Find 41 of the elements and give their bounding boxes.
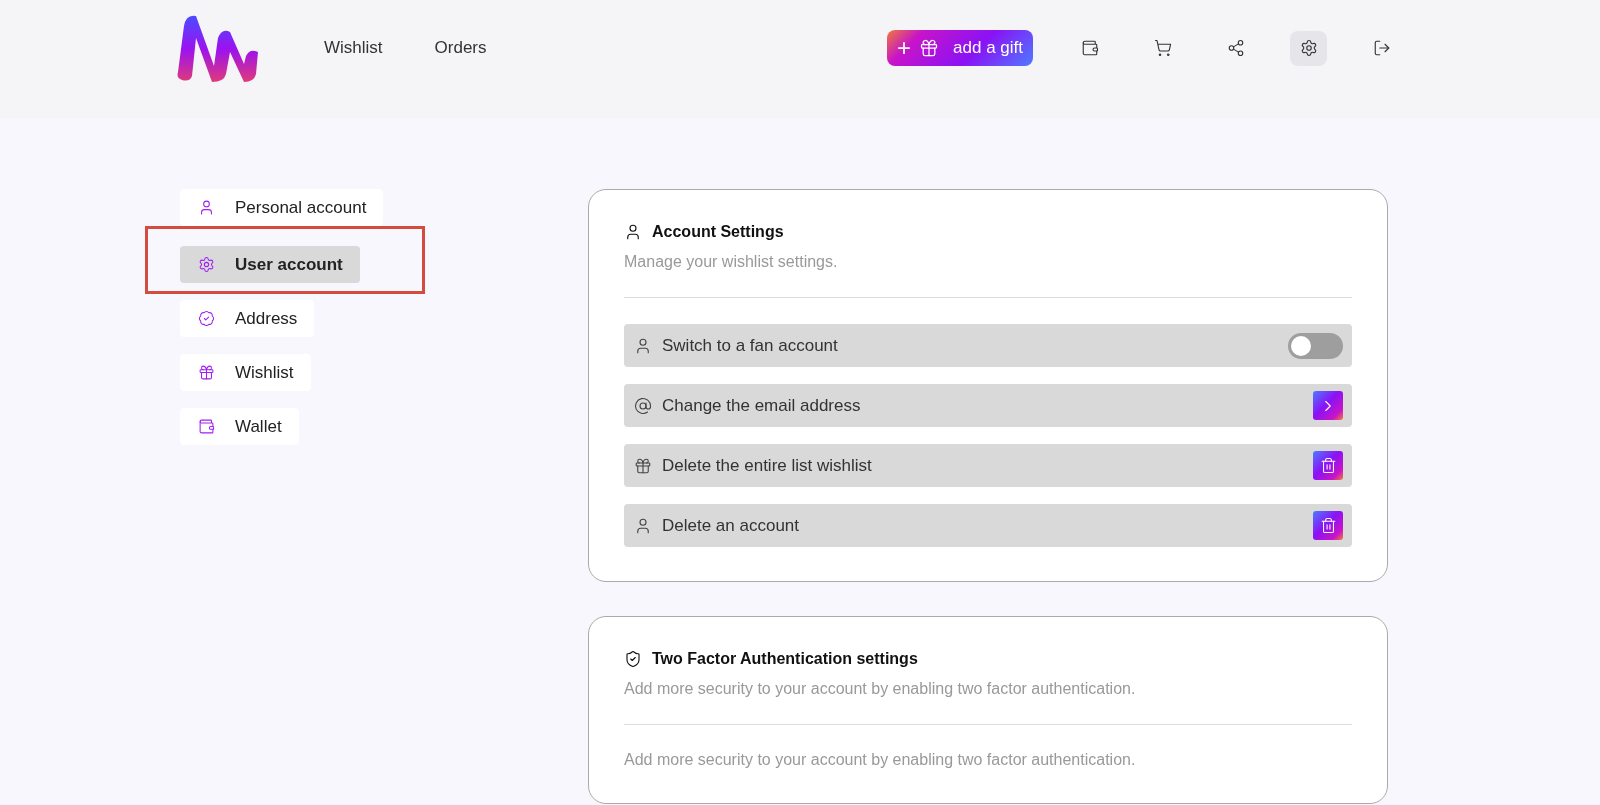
sidebar-item[interactable]: Wallet — [180, 408, 299, 445]
sidebar-item[interactable]: Address — [180, 300, 315, 337]
badge-icon — [198, 310, 215, 327]
delete-button[interactable] — [1313, 511, 1343, 540]
card-title: Two Factor Authentication settings — [652, 650, 918, 668]
logout-icon — [1372, 39, 1391, 57]
add-gift-button[interactable]: + add a gift — [887, 30, 1033, 66]
row-label: Delete the entire list wishlist — [662, 455, 872, 476]
card-note: Add more security to your account by enabling two factor authentication. — [624, 751, 1137, 769]
cart-icon — [1153, 39, 1172, 57]
gift-icon — [198, 364, 215, 381]
user-icon — [198, 199, 215, 216]
sidebar-item[interactable]: Wishlist — [180, 354, 311, 391]
settings-button[interactable] — [1290, 30, 1327, 66]
user-icon — [634, 336, 652, 355]
sidebar-item[interactable]: User account — [180, 246, 360, 283]
card-title: Account Settings — [652, 223, 784, 241]
share-icon — [1226, 39, 1245, 57]
settings-icon — [1299, 39, 1318, 57]
card-subtitle: Manage your wishlist settings. — [624, 253, 839, 271]
card-subtitle: Add more security to your account by enabling two factor authentication. — [624, 680, 1137, 698]
wallet-icon — [1080, 39, 1099, 57]
wallet-icon — [198, 418, 215, 435]
nav-link[interactable]: Orders — [434, 38, 487, 58]
at-icon — [634, 396, 652, 415]
nav-link[interactable]: Wishlist — [324, 38, 383, 58]
trash-icon — [1319, 457, 1337, 474]
shield-icon — [624, 650, 642, 668]
row-label: Change the email address — [662, 395, 861, 416]
delete-button[interactable] — [1313, 451, 1343, 480]
settings-icon — [198, 256, 215, 273]
user-icon — [624, 223, 642, 241]
trash-icon — [1319, 517, 1337, 534]
row-label: Switch to a fan account — [662, 335, 838, 356]
toggle-switch[interactable] — [1288, 332, 1343, 359]
gift-icon — [919, 38, 940, 58]
user-icon — [634, 516, 652, 535]
row-label: Delete an account — [662, 515, 800, 536]
gift-icon — [634, 456, 652, 475]
sidebar-item[interactable]: Personal account — [180, 189, 384, 226]
arrow-button[interactable] — [1313, 391, 1343, 420]
